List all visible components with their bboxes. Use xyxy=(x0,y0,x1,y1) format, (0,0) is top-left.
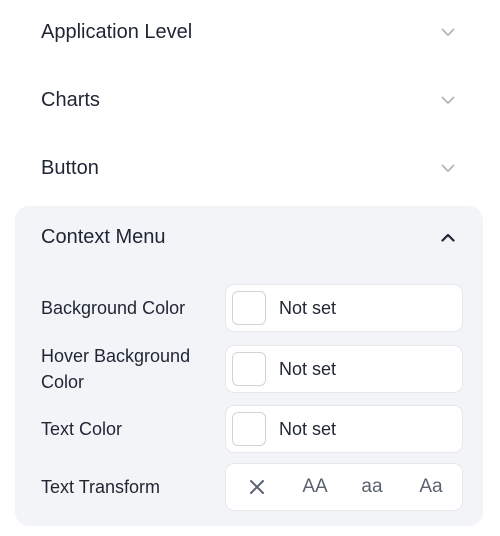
hover-background-color-label: Hover Background Color xyxy=(41,343,190,395)
color-value: Not set xyxy=(279,297,337,318)
section-application-level[interactable]: Application Level xyxy=(15,0,483,65)
text-transform-uppercase-button[interactable]: AA xyxy=(290,464,340,510)
text-color-picker[interactable]: Not set xyxy=(225,405,463,453)
color-swatch[interactable] xyxy=(232,291,266,325)
color-swatch[interactable] xyxy=(232,412,266,446)
section-context-menu: Context Menu Background Color Not set Ho… xyxy=(15,206,483,526)
chevron-down-icon xyxy=(439,23,457,41)
label-line: Hover Background xyxy=(41,346,191,366)
background-color-picker[interactable]: Not set xyxy=(225,284,463,332)
color-swatch[interactable] xyxy=(232,352,266,386)
label-line: Color xyxy=(41,372,85,392)
chevron-down-icon xyxy=(439,159,457,177)
chevron-down-icon xyxy=(439,91,457,109)
text-color-label: Text Color xyxy=(41,419,123,439)
section-context-menu-header[interactable]: Context Menu xyxy=(15,206,483,268)
section-title: Button xyxy=(41,156,99,179)
section-button[interactable]: Button xyxy=(15,135,483,201)
background-color-label: Background Color xyxy=(41,298,186,318)
text-transform-none-button[interactable] xyxy=(234,464,280,510)
color-value: Not set xyxy=(279,418,337,439)
color-value: Not set xyxy=(279,358,337,379)
section-charts[interactable]: Charts xyxy=(15,67,483,133)
section-title: Charts xyxy=(41,88,100,111)
section-title: Application Level xyxy=(41,20,193,43)
section-title: Context Menu xyxy=(41,225,166,248)
hover-background-color-picker[interactable]: Not set xyxy=(225,345,463,393)
text-transform-label: Text Transform xyxy=(41,477,161,497)
chevron-up-icon xyxy=(439,228,457,246)
close-icon xyxy=(249,479,265,495)
text-transform-selector: AA aa Aa xyxy=(225,463,463,511)
text-transform-lowercase-button[interactable]: aa xyxy=(348,464,396,510)
text-transform-capitalize-button[interactable]: Aa xyxy=(406,464,456,510)
